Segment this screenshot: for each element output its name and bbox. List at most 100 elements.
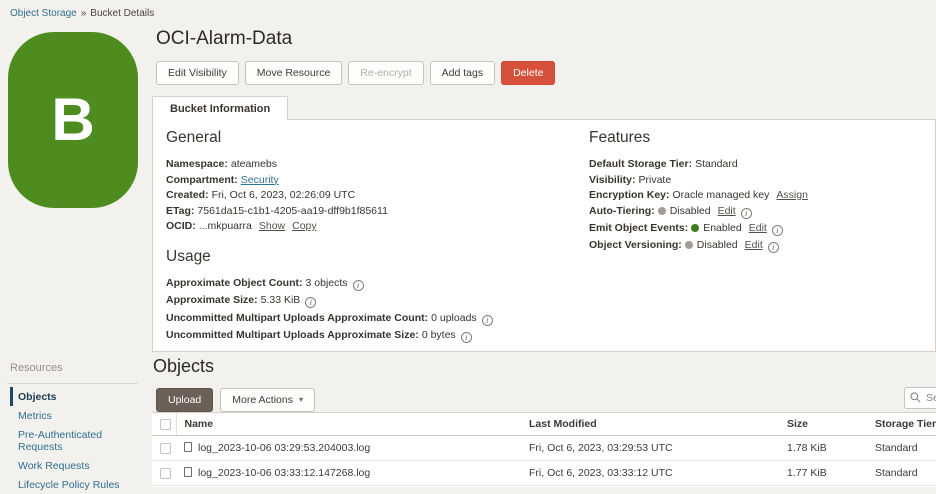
chevron-down-icon: ▾ [299, 395, 303, 404]
field-value: Standard [695, 158, 738, 170]
field-value: 0 uploads [431, 312, 477, 324]
move-resource-button[interactable]: Move Resource [245, 61, 343, 85]
objects-table: Name Last Modified Size Storage Tier log… [152, 412, 936, 487]
info-icon[interactable]: i [772, 225, 783, 236]
search-box [904, 387, 936, 409]
field-label: Namespace: [166, 158, 228, 170]
sidebar-item-label: Work Requests [18, 460, 90, 472]
storage-tier-cell: Standard [867, 461, 936, 486]
sidebar-item-work-requests[interactable]: Work Requests [10, 456, 148, 475]
field-created: Created:Fri, Oct 6, 2023, 02:26:09 UTC [166, 190, 576, 202]
row-checkbox[interactable] [160, 468, 171, 479]
status-text: Disabled [670, 205, 711, 217]
row-checkbox[interactable] [160, 443, 171, 454]
info-icon[interactable]: i [482, 315, 493, 326]
resources-heading: Resources [10, 362, 63, 374]
field-namespace: Namespace:ateamebs [166, 159, 576, 171]
info-icon[interactable]: i [768, 242, 779, 253]
status-text: Disabled [697, 239, 738, 251]
sidebar-item-label: Metrics [18, 410, 52, 422]
edit-auto-tiering-link[interactable]: Edit [718, 205, 736, 217]
field-value: Oracle managed key [673, 189, 770, 201]
field-label: Object Versioning: [589, 239, 682, 251]
sidebar-item-label: Pre-Authenticated Requests [18, 429, 102, 453]
edit-visibility-button[interactable]: Edit Visibility [156, 61, 239, 85]
object-name: log_2023-10-06 03:29:53.204003.log [198, 442, 370, 454]
bucket-information-panel: General Namespace:ateamebs Compartment:S… [152, 119, 936, 352]
edit-emit-events-link[interactable]: Edit [749, 222, 767, 234]
bucket-initial: B [51, 90, 94, 150]
resources-divider [7, 383, 138, 384]
more-actions-button[interactable]: More Actions▾ [220, 388, 315, 412]
sidebar-item-objects[interactable]: Objects [10, 387, 148, 406]
field-visibility: Visibility:Private [589, 175, 929, 187]
assign-key-link[interactable]: Assign [776, 189, 808, 201]
general-heading: General [166, 129, 576, 147]
row-checkbox-cell [152, 461, 176, 486]
field-multipart-size: Uncommitted Multipart Uploads Approximat… [166, 330, 576, 343]
object-name: log_2023-10-06 03:33:12.147268.log [198, 467, 370, 479]
column-header-size: Size [779, 413, 867, 436]
object-name-cell: log_2023-10-06 03:29:53.204003.log [176, 436, 521, 461]
breadcrumb: Object Storage»Bucket Details [10, 8, 154, 19]
ocid-copy-link[interactable]: Copy [292, 220, 317, 232]
breadcrumb-separator-icon: » [81, 8, 87, 19]
field-value: 0 bytes [422, 329, 456, 341]
breadcrumb-object-storage[interactable]: Object Storage [10, 8, 77, 19]
info-icon[interactable]: i [305, 297, 316, 308]
field-label: Approximate Object Count: [166, 277, 303, 289]
table-row[interactable]: log_2023-10-06 03:29:53.204003.log Fri, … [152, 436, 936, 461]
file-icon [184, 442, 192, 452]
field-value: Private [639, 174, 672, 186]
column-header-storage-tier: Storage Tier [867, 413, 936, 436]
usage-heading: Usage [166, 248, 576, 266]
select-all-checkbox[interactable] [160, 419, 171, 430]
last-modified-cell: Fri, Oct 6, 2023, 03:33:12 UTC [521, 461, 779, 486]
field-label: Auto-Tiering: [589, 205, 655, 217]
sidebar-item-label: Lifecycle Policy Rules [18, 479, 120, 491]
delete-button[interactable]: Delete [501, 61, 555, 85]
resources-list: Objects Metrics Pre-Authenticated Reques… [0, 387, 148, 494]
size-cell: 1.77 KiB [779, 461, 867, 486]
sidebar-item-pre-authenticated-requests[interactable]: Pre-Authenticated Requests [10, 425, 148, 456]
features-heading: Features [589, 129, 929, 147]
field-compartment: Compartment:Security [166, 175, 576, 187]
info-icon[interactable]: i [353, 280, 364, 291]
table-header-row: Name Last Modified Size Storage Tier [152, 413, 936, 436]
table-row[interactable]: log_2023-10-06 03:33:12.147268.log Fri, … [152, 461, 936, 486]
field-label: Compartment: [166, 174, 238, 186]
field-value: 5.33 KiB [261, 294, 301, 306]
sidebar-item-lifecycle-policy-rules[interactable]: Lifecycle Policy Rules [10, 475, 148, 494]
size-cell: 1.78 KiB [779, 436, 867, 461]
field-value: 3 objects [306, 277, 348, 289]
upload-button[interactable]: Upload [156, 388, 213, 412]
ocid-show-link[interactable]: Show [259, 220, 285, 232]
info-icon[interactable]: i [461, 332, 472, 343]
features-column: Features Default Storage Tier:Standard V… [589, 129, 929, 257]
objects-toolbar: Upload More Actions▾ [156, 388, 315, 412]
edit-versioning-link[interactable]: Edit [745, 239, 763, 251]
field-value: 7561da15-c1b1-4205-aa19-dff9b1f85611 [197, 205, 388, 217]
re-encrypt-button[interactable]: Re-encrypt [348, 61, 423, 85]
field-encryption-key: Encryption Key:Oracle managed key Assign [589, 190, 929, 202]
field-label: OCID: [166, 220, 196, 232]
field-label: Uncommitted Multipart Uploads Approximat… [166, 312, 428, 324]
tab-bucket-information[interactable]: Bucket Information [152, 96, 288, 120]
sidebar-item-metrics[interactable]: Metrics [10, 406, 148, 425]
field-label: Encryption Key: [589, 189, 670, 201]
field-value: Fri, Oct 6, 2023, 02:26:09 UTC [212, 189, 356, 201]
status-dot-disabled [658, 207, 666, 215]
sidebar-item-label: Objects [18, 391, 57, 403]
compartment-link[interactable]: Security [241, 174, 279, 186]
object-name-cell: log_2023-10-06 03:33:12.147268.log [176, 461, 521, 486]
add-tags-button[interactable]: Add tags [430, 61, 495, 85]
field-default-storage-tier: Default Storage Tier:Standard [589, 159, 929, 171]
field-value: ateamebs [231, 158, 277, 170]
field-label: Approximate Size: [166, 294, 258, 306]
info-icon[interactable]: i [741, 208, 752, 219]
field-object-versioning: Object Versioning: Disabled Editi [589, 240, 929, 253]
status-dot-disabled [685, 241, 693, 249]
general-usage-column: General Namespace:ateamebs Compartment:S… [166, 129, 576, 348]
last-modified-cell: Fri, Oct 6, 2023, 03:29:53 UTC [521, 436, 779, 461]
usage-fields: Approximate Object Count:3 objects i Appr… [166, 278, 576, 344]
